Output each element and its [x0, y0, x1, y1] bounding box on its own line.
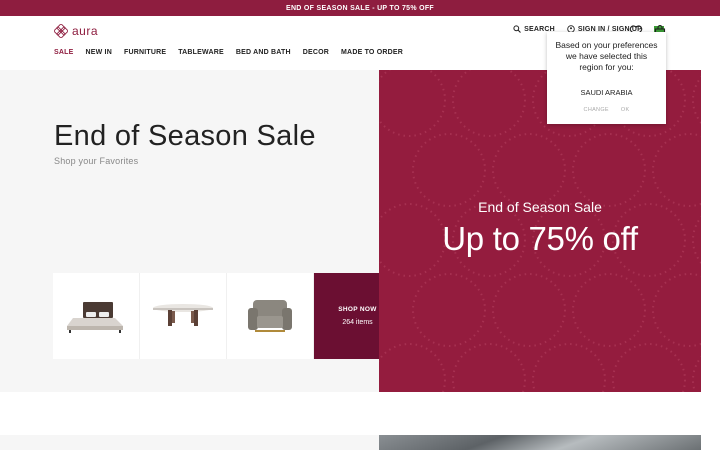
promo-subtitle: End of Season Sale: [478, 199, 602, 215]
nav-bed-and-bath[interactable]: BED AND BATH: [236, 49, 291, 56]
armchair-image: [248, 300, 292, 332]
next-section-image: [379, 435, 701, 450]
search-icon: [513, 25, 522, 33]
nav-sale[interactable]: SALE: [54, 49, 73, 56]
nav-tableware[interactable]: TABLEWARE: [178, 49, 224, 56]
confirm-region-button[interactable]: OK: [621, 107, 630, 113]
announcement-text: END OF SEASON SALE - UP TO 75% OFF: [285, 4, 435, 12]
region-message: Based on your preferences we have select…: [555, 40, 658, 72]
change-region-button[interactable]: CHANGE: [584, 107, 609, 113]
nav-furniture[interactable]: FURNITURE: [124, 49, 166, 56]
nav-made-to-order[interactable]: MADE TO ORDER: [341, 49, 403, 56]
region-popup: Based on your preferences we have select…: [547, 32, 666, 124]
product-tile-armchair[interactable]: [227, 273, 314, 359]
product-strip: SHOP NOW 264 items: [53, 273, 401, 359]
nav-decor[interactable]: DECOR: [303, 49, 329, 56]
item-count: 264 items: [342, 319, 373, 326]
product-tile-bed[interactable]: [53, 273, 140, 359]
dining-table-image: [153, 304, 213, 326]
bed-image: [67, 302, 123, 333]
main-nav: SALE NEW IN FURNITURE TABLEWARE BED AND …: [54, 49, 403, 56]
shop-now-label: SHOP NOW: [338, 306, 377, 313]
announcement-bar: END OF SEASON SALE - UP TO 75% OFF: [0, 0, 720, 16]
next-section-panel: [0, 435, 379, 450]
promo-title: Up to 75% off: [442, 220, 638, 257]
nav-new-in[interactable]: NEW IN: [85, 49, 111, 56]
product-tile-table[interactable]: [140, 273, 227, 359]
hero-title: End of Season Sale: [54, 120, 316, 152]
hero-subtitle: Shop your Favorites: [54, 156, 139, 166]
logo[interactable]: aura: [54, 24, 98, 38]
logo-text: aura: [72, 24, 99, 38]
region-country: SAUDI ARABIA: [580, 88, 633, 97]
region-actions: CHANGE OK: [547, 107, 666, 113]
aura-logo-icon: [54, 24, 68, 38]
